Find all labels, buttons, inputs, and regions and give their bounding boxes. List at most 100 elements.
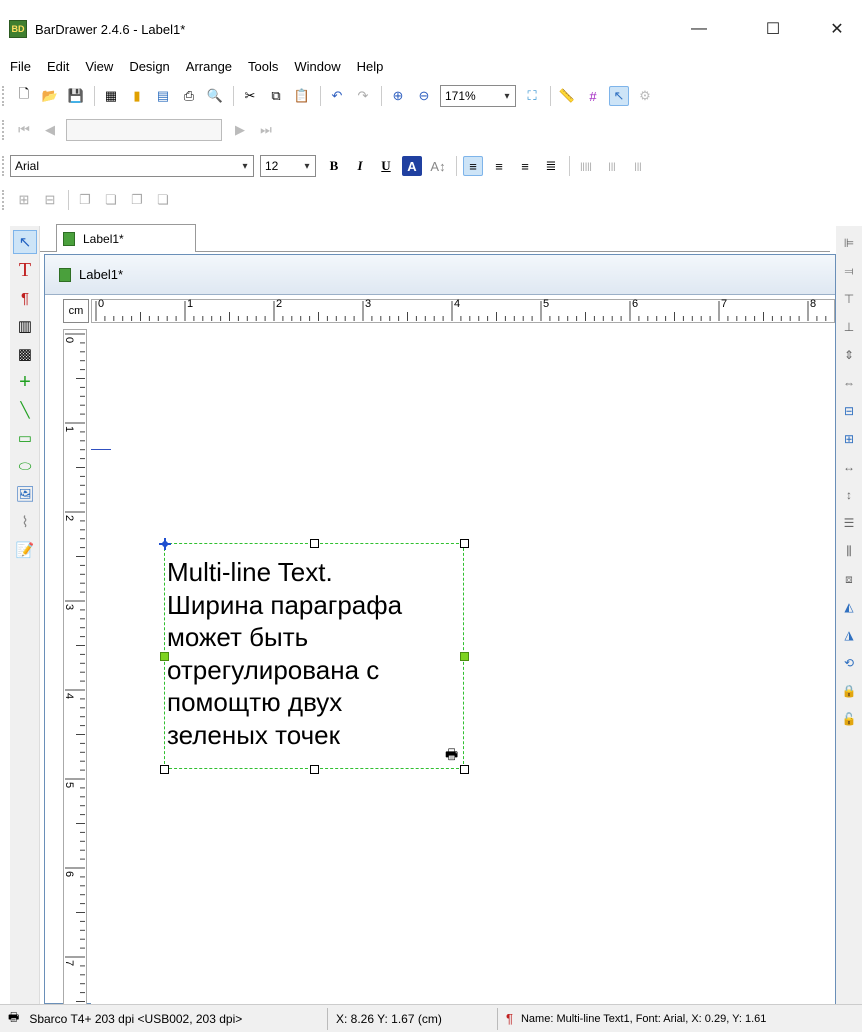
center-horizontally-icon[interactable]: ⇔ [839,372,859,394]
send-backward-icon[interactable]: ❏ [153,190,173,210]
menu-help[interactable]: Help [351,59,394,74]
data-form-icon[interactable]: ▤ [153,86,173,106]
send-to-back-icon[interactable]: ❏ [101,190,121,210]
menu-file[interactable]: File [4,59,41,74]
toolbar-grip[interactable] [2,120,6,140]
align-top-edges-icon[interactable]: ⊤ [839,288,859,310]
ungroup-icon[interactable]: ⊟ [40,190,60,210]
center-vertically-icon[interactable]: ⇕ [839,344,859,366]
align-center-icon[interactable]: ≡ [489,156,509,176]
flip-horizontal-icon[interactable]: ◭ [839,596,859,618]
menu-tools[interactable]: Tools [242,59,288,74]
new-file-icon[interactable]: 🗋 [14,86,34,106]
rfid-tool-icon[interactable]: ⌇ [13,510,37,534]
paragraph-tool-icon[interactable]: ¶ [13,286,37,310]
anchor-point-icon[interactable] [159,538,171,550]
copy-icon[interactable]: ⧉ [266,86,286,106]
multiline-text-object[interactable]: Multi-line Text. Ширина параграфа может … [159,538,469,774]
print-preview-icon[interactable]: 🔍 [205,86,225,106]
resize-handle-bottom-right[interactable] [460,765,469,774]
underline-button[interactable]: U [376,156,396,176]
ruler-icon[interactable]: 📏 [557,86,577,106]
maximize-button[interactable]: ☐ [750,6,796,52]
cross-tool-icon[interactable]: + [13,370,37,394]
align-right-icon[interactable]: ≡ [515,156,535,176]
zoom-out-icon[interactable]: ⊖ [414,86,434,106]
rotate-180-icon[interactable]: ⟲ [839,652,859,674]
same-height-icon[interactable]: ↕ [839,484,859,506]
bring-to-front-icon[interactable]: ❐ [75,190,95,210]
space-evenly-horizontal-icon[interactable]: ⫼ [839,540,859,562]
font-size-select[interactable]: 12 ▾ [260,155,316,177]
minimize-button[interactable]: — [676,6,722,52]
save-icon[interactable]: 💾 [66,86,86,106]
select-pointer-icon[interactable]: ↖ [13,230,37,254]
zoom-in-icon[interactable]: ⊕ [388,86,408,106]
text-tool-icon[interactable]: T [13,258,37,282]
toolbar-grip[interactable] [2,86,6,106]
cut-icon[interactable]: ✂ [240,86,260,106]
database-icon[interactable]: ▮ [127,86,147,106]
barcode-text-bottom-icon[interactable]: ||| [602,156,622,176]
image-tool-icon[interactable]: 🖼 [13,482,37,506]
last-record-icon[interactable]: ⏭ [256,120,276,140]
next-record-icon[interactable]: ▶ [230,120,250,140]
ellipse-tool-icon[interactable]: ⬭ [13,454,37,478]
resize-handle-bottom[interactable] [310,765,319,774]
barcode-small-icon[interactable]: ||||| [576,156,596,176]
space-evenly-vertical-icon[interactable]: ☰ [839,512,859,534]
tab-label1[interactable]: Label1* [56,224,196,252]
previous-record-icon[interactable]: ◀ [40,120,60,140]
undo-icon[interactable]: ↶ [327,86,347,106]
label-canvas[interactable]: Multi-line Text. Ширина параграфа может … [91,327,835,1005]
align-right-edges-icon[interactable]: ⫤ [839,260,859,282]
align-justify-icon[interactable]: ≣ [541,156,561,176]
menu-arrange[interactable]: Arrange [180,59,242,74]
menu-view[interactable]: View [79,59,123,74]
rectangle-tool-icon[interactable]: ▭ [13,426,37,450]
lock-icon[interactable]: 🔒 [839,680,859,702]
record-input[interactable] [66,119,222,141]
flip-vertical-icon[interactable]: ◮ [839,624,859,646]
menu-window[interactable]: Window [288,59,350,74]
print-icon[interactable]: ⎙ [179,86,199,106]
menu-design[interactable]: Design [123,59,179,74]
zoom-fit-icon[interactable]: ⛶ [522,86,542,106]
resize-handle-top-right[interactable] [460,539,469,548]
align-left-edges-icon[interactable]: ⊫ [839,232,859,254]
grid-icon[interactable]: # [583,86,603,106]
bold-button[interactable]: B [324,156,344,176]
zoom-select[interactable]: 171% ▾ [440,85,516,107]
font-scale-icon[interactable]: A↕ [428,156,448,176]
distribute-icon[interactable]: ⧈ [839,568,859,590]
open-folder-icon[interactable]: 📂 [40,86,60,106]
snap-icon[interactable]: ↖ [609,86,629,106]
printer-status[interactable]: 🖶 Sbarco T4+ 203 dpi <USB002, 203 dpi> [0,1007,328,1030]
font-name-select[interactable]: Arial ▾ [10,155,254,177]
redo-icon[interactable]: ↷ [353,86,373,106]
settings-gear-icon[interactable]: ⚙ [635,86,655,106]
unlock-icon[interactable]: 🔓 [839,708,859,730]
toolbar-grip[interactable] [2,190,6,210]
table-icon[interactable]: ▦ [101,86,121,106]
barcode-tool-icon[interactable]: ▥ [13,314,37,338]
bring-forward-icon[interactable]: ❐ [127,190,147,210]
page-center-vertical-icon[interactable]: ⊟ [839,400,859,422]
italic-button[interactable]: I [350,156,370,176]
same-width-icon[interactable]: ↔ [839,456,859,478]
line-tool-icon[interactable]: ╲ [13,398,37,422]
toolbar-grip[interactable] [2,156,6,176]
barcode-text-top-icon[interactable]: ||| [628,156,648,176]
resize-handle-bottom-left[interactable] [160,765,169,774]
align-left-icon[interactable]: ≡ [463,156,483,176]
ruler-unit-button[interactable]: cm [63,299,89,323]
paragraph-width-handle-left[interactable] [160,652,169,661]
first-record-icon[interactable]: ⏮ [14,120,34,140]
group-icon[interactable]: ⊞ [14,190,34,210]
align-bottom-edges-icon[interactable]: ⊥ [839,316,859,338]
properties-tool-icon[interactable]: 📝 [13,538,37,562]
paragraph-width-handle-right[interactable] [460,652,469,661]
qr-code-tool-icon[interactable]: ▩ [13,342,37,366]
page-center-horizontal-icon[interactable]: ⊞ [839,428,859,450]
close-button[interactable]: ✕ [814,6,860,52]
